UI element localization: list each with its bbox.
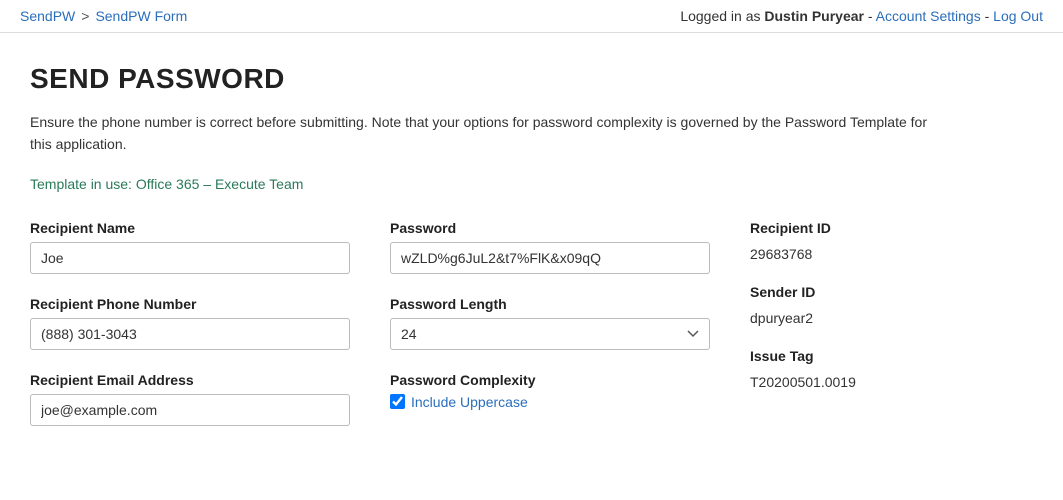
recipient-phone-group: Recipient Phone Number — [30, 296, 350, 350]
password-length-select[interactable]: 24 12 16 20 32 — [390, 318, 710, 350]
account-settings-link[interactable]: Account Settings — [876, 8, 981, 24]
password-length-group: Password Length 24 12 16 20 32 — [390, 296, 710, 350]
form-grid: Recipient Name Recipient Phone Number Re… — [30, 220, 1033, 448]
logged-in-prefix: Logged in as — [680, 8, 764, 24]
include-uppercase-label[interactable]: Include Uppercase — [411, 394, 528, 410]
sender-id-label: Sender ID — [750, 284, 970, 300]
topbar: SendPW > SendPW Form Logged in as Dustin… — [0, 0, 1063, 33]
main-content: SEND PASSWORD Ensure the phone number is… — [0, 33, 1063, 468]
sender-id-group: Sender ID dpuryear2 — [750, 284, 970, 326]
column-password: Password Password Length 24 12 16 20 32 … — [390, 220, 710, 448]
recipient-id-group: Recipient ID 29683768 — [750, 220, 970, 262]
issue-tag-label: Issue Tag — [750, 348, 970, 364]
page-description: Ensure the phone number is correct befor… — [30, 111, 930, 156]
password-length-label: Password Length — [390, 296, 710, 312]
recipient-id-value: 29683768 — [750, 242, 970, 262]
recipient-email-group: Recipient Email Address — [30, 372, 350, 426]
issue-tag-value: T20200501.0019 — [750, 370, 970, 390]
password-label: Password — [390, 220, 710, 236]
recipient-name-group: Recipient Name — [30, 220, 350, 274]
recipient-email-label: Recipient Email Address — [30, 372, 350, 388]
username: Dustin Puryear — [764, 8, 864, 24]
recipient-phone-label: Recipient Phone Number — [30, 296, 350, 312]
password-group: Password — [390, 220, 710, 274]
include-uppercase-checkbox[interactable] — [390, 394, 405, 409]
recipient-name-input[interactable] — [30, 242, 350, 274]
template-info: Template in use: Office 365 – Execute Te… — [30, 176, 1033, 192]
column-recipient: Recipient Name Recipient Phone Number Re… — [30, 220, 350, 448]
separator1: - — [868, 8, 876, 24]
recipient-phone-input[interactable] — [30, 318, 350, 350]
breadcrumb-link-sendpw-form[interactable]: SendPW Form — [95, 8, 187, 24]
page-title: SEND PASSWORD — [30, 63, 1033, 95]
recipient-id-label: Recipient ID — [750, 220, 970, 236]
include-uppercase-row: Include Uppercase — [390, 394, 710, 410]
password-complexity-label: Password Complexity — [390, 372, 710, 388]
breadcrumb-separator: > — [81, 8, 89, 24]
issue-tag-group: Issue Tag T20200501.0019 — [750, 348, 970, 390]
breadcrumb: SendPW > SendPW Form — [20, 8, 187, 24]
auth-info: Logged in as Dustin Puryear - Account Se… — [680, 8, 1043, 24]
column-ids: Recipient ID 29683768 Sender ID dpuryear… — [750, 220, 970, 448]
password-complexity-group: Password Complexity Include Uppercase — [390, 372, 710, 410]
recipient-name-label: Recipient Name — [30, 220, 350, 236]
logout-link[interactable]: Log Out — [993, 8, 1043, 24]
recipient-email-input[interactable] — [30, 394, 350, 426]
password-input[interactable] — [390, 242, 710, 274]
sender-id-value: dpuryear2 — [750, 306, 970, 326]
separator2: - — [985, 8, 994, 24]
breadcrumb-link-sendpw[interactable]: SendPW — [20, 8, 75, 24]
